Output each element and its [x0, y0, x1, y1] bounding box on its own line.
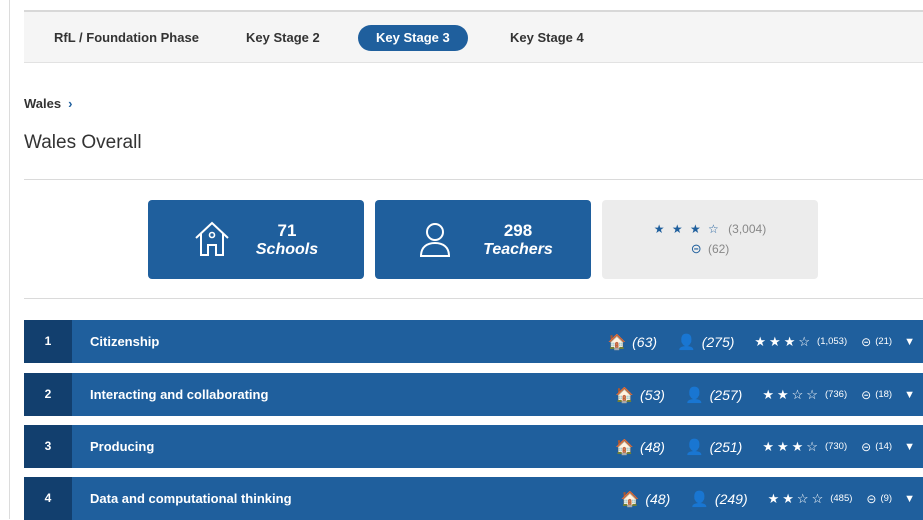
tab-rfl-foundation-phase[interactable]: RfL / Foundation Phase: [36, 25, 217, 51]
row-neutral-count: (18): [875, 389, 893, 400]
row-title: Data and computational thinking: [90, 491, 292, 506]
strand-row-data-and-computational-thinking[interactable]: 4 Data and computational thinking 🏠 (48)…: [24, 477, 923, 520]
neutral-face-icon: ⊝: [866, 491, 877, 506]
divider: [24, 298, 923, 299]
row-teachers-count: (257): [709, 386, 743, 403]
person-icon: 👤: [684, 438, 704, 456]
row-rating-count: (736): [824, 389, 848, 400]
row-number: 3: [24, 425, 72, 468]
rating-summary-card: ★ ★ ★ ☆ (3,004) ⊝ (62): [602, 200, 818, 279]
row-rating-count: (730): [824, 441, 848, 452]
schools-label: Schools: [255, 241, 319, 258]
neutral-count: (62): [707, 242, 730, 256]
row-schools-count: (53): [640, 386, 665, 403]
chevron-down-icon[interactable]: ▼: [904, 336, 915, 348]
row-schools-count: (63): [632, 333, 658, 350]
tab-key-stage-2[interactable]: Key Stage 2: [228, 25, 338, 51]
key-stage-tabs: RfL / Foundation Phase Key Stage 2 Key S…: [24, 10, 923, 63]
schools-count: 71: [277, 221, 297, 240]
schools-summary-card: 71 Schools: [148, 200, 364, 279]
neutral-face-icon: ⊝: [690, 241, 702, 256]
row-title: Interacting and collaborating: [90, 387, 269, 402]
teachers-summary-card: 298 Teachers: [375, 200, 591, 279]
tab-key-stage-3[interactable]: Key Stage 3: [358, 25, 468, 51]
strand-row-citizenship[interactable]: 1 Citizenship 🏠 (63) 👤 (275) ★★★☆ (1,053…: [24, 320, 923, 363]
star-rating-icon: ★★★☆: [754, 333, 814, 349]
row-schools-count: (48): [640, 438, 665, 455]
row-teachers-count: (275): [701, 333, 735, 350]
teachers-count: 298: [503, 221, 533, 240]
neutral-face-icon: ⊝: [861, 387, 872, 402]
row-number: 4: [24, 477, 72, 520]
row-number: 2: [24, 373, 72, 416]
row-stats: 🏠 (53) 👤 (257) ★★☆☆ (736) ⊝ (18) ▼: [615, 373, 915, 416]
chevron-right-icon: ›: [68, 96, 73, 111]
house-icon: 🏠: [615, 438, 635, 456]
row-neutral-count: (9): [880, 493, 893, 504]
strand-row-producing[interactable]: 3 Producing 🏠 (48) 👤 (251) ★★★☆ (730) ⊝ …: [24, 425, 923, 468]
row-teachers-count: (251): [709, 438, 743, 455]
chevron-down-icon[interactable]: ▼: [904, 441, 915, 453]
divider: [24, 179, 923, 180]
rating-line: ★ ★ ★ ☆ (3,004): [602, 222, 818, 236]
breadcrumb-wales-link[interactable]: Wales: [24, 96, 61, 111]
star-rating-icon: ★★★☆: [762, 438, 821, 454]
left-border: [9, 0, 10, 519]
row-neutral-count: (21): [875, 336, 893, 347]
row-stats: 🏠 (63) 👤 (275) ★★★☆ (1,053) ⊝ (21) ▼: [607, 320, 915, 363]
house-outline-icon: [195, 221, 229, 256]
house-icon: 🏠: [615, 386, 635, 404]
rating-count: (3,004): [728, 222, 767, 236]
tab-key-stage-4[interactable]: Key Stage 4: [492, 25, 602, 51]
row-rating-count: (1,053): [817, 336, 848, 347]
row-title: Producing: [90, 439, 155, 454]
row-number: 1: [24, 320, 72, 363]
chevron-down-icon[interactable]: ▼: [904, 389, 915, 401]
star-rating-icon: ★★☆☆: [762, 386, 821, 402]
row-teachers-count: (249): [714, 490, 748, 507]
person-outline-icon: [419, 223, 451, 257]
page-title: Wales Overall: [24, 132, 142, 153]
person-icon: 👤: [690, 490, 709, 508]
person-icon: 👤: [677, 333, 696, 351]
strand-row-interacting-and-collaborating[interactable]: 2 Interacting and collaborating 🏠 (53) 👤…: [24, 373, 923, 416]
house-icon: 🏠: [620, 490, 640, 508]
row-schools-count: (48): [645, 490, 671, 507]
house-icon: 🏠: [607, 333, 627, 351]
neutral-face-icon: ⊝: [861, 334, 872, 349]
star-rating-icon: ★★☆☆: [767, 490, 827, 506]
breadcrumb: Wales ›: [24, 96, 72, 111]
teachers-label: Teachers: [483, 241, 553, 258]
neutral-face-icon: ⊝: [861, 439, 872, 454]
row-rating-count: (485): [830, 493, 853, 504]
row-title: Citizenship: [90, 334, 160, 349]
chevron-down-icon[interactable]: ▼: [904, 493, 915, 505]
neutral-line: ⊝ (62): [602, 241, 818, 257]
row-neutral-count: (14): [875, 441, 893, 452]
person-icon: 👤: [684, 386, 704, 404]
row-stats: 🏠 (48) 👤 (251) ★★★☆ (730) ⊝ (14) ▼: [615, 425, 915, 468]
row-stats: 🏠 (48) 👤 (249) ★★☆☆ (485) ⊝ (9) ▼: [621, 477, 915, 520]
star-rating-icon: ★ ★ ★ ☆: [653, 222, 721, 236]
